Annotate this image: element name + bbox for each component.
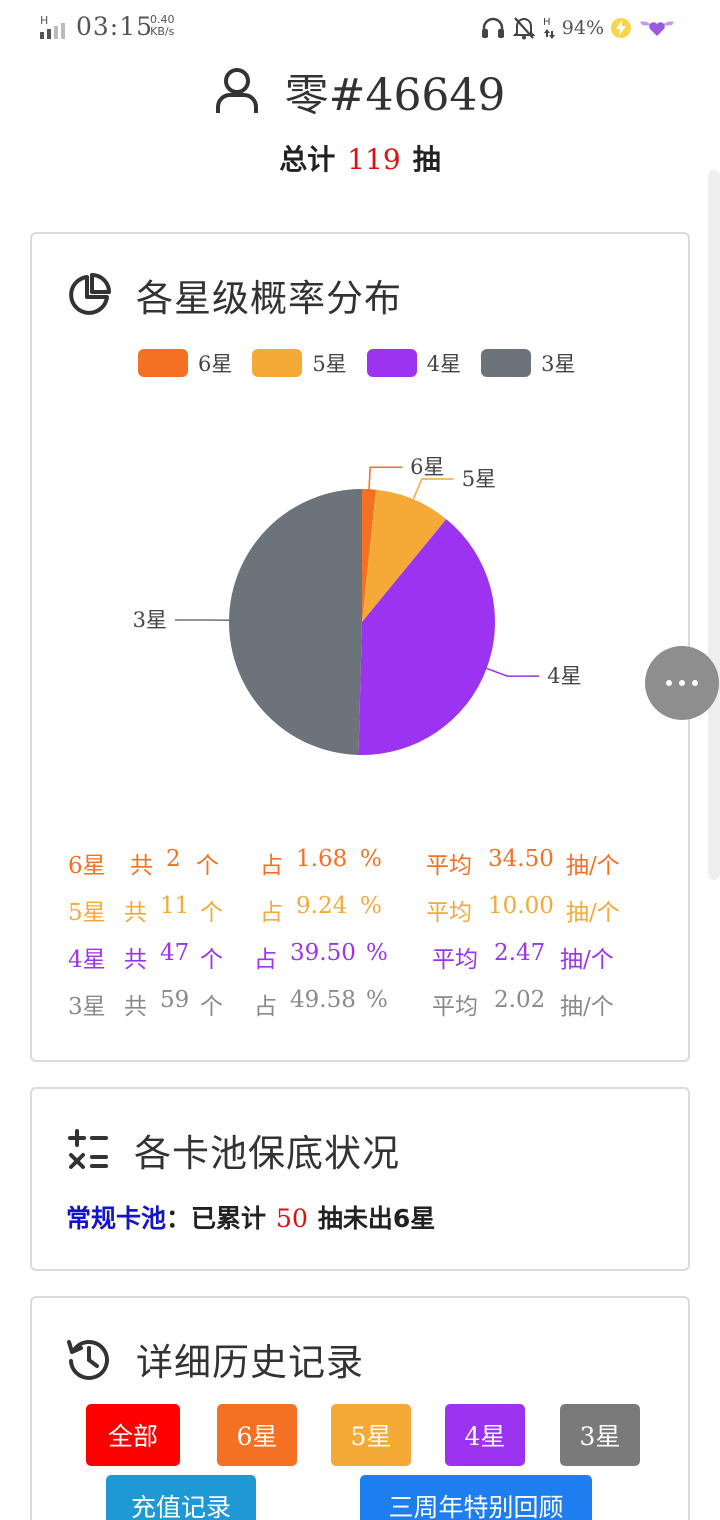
pity-count: 50 <box>276 1204 308 1233</box>
legend-item-4[interactable]: 4星 <box>366 348 461 378</box>
stat-row-5: 5星 共 11 个 占 9.24 % 平均 10.00 抽/个 <box>68 893 620 926</box>
pie-label: 4星 <box>547 664 581 688</box>
charging-icon <box>611 18 631 38</box>
legend-item-5[interactable]: 5星 <box>252 348 347 378</box>
legend-item-6[interactable]: 6星 <box>138 348 232 378</box>
pie-chart: 6星 5星 4星 3星 <box>32 424 692 814</box>
pie-leader-line <box>486 667 540 677</box>
mobile-data-icon: H <box>543 17 555 39</box>
svg-text:H: H <box>543 17 551 28</box>
stat-row-6: 6星 共 2 个 占 1.68 % 平均 34.50 抽/个 <box>68 846 620 879</box>
filter-6star-button[interactable]: 6星 <box>217 1404 297 1466</box>
profile-header: 零#46649 总计 119 抽 <box>0 60 720 178</box>
legend-swatch <box>366 349 417 377</box>
filter-5star-button[interactable]: 5星 <box>331 1404 411 1466</box>
anniversary-review-button[interactable]: 三周年特别回顾 <box>360 1475 592 1520</box>
legend-item-3[interactable]: 3星 <box>481 348 576 378</box>
legend-swatch <box>481 349 532 377</box>
legend-swatch <box>252 349 303 377</box>
legend-swatch <box>138 349 188 377</box>
pie-slice-3星[interactable] <box>229 489 362 755</box>
dot <box>679 680 685 686</box>
pie-label: 6星 <box>410 455 444 479</box>
pity-status: 常规卡池：已累计 50 抽未出6星 <box>66 1204 436 1233</box>
calculator-icon <box>68 1129 108 1169</box>
pity-card: 各卡池保底状况 常规卡池：已累计 50 抽未出6星 <box>30 1087 690 1271</box>
winged-heart-icon <box>640 21 674 36</box>
history-card: 详细历史记录 全部 6星 5星 4星 3星 充值记录 三周年特别回顾 <box>30 1296 690 1520</box>
pie-label: 5星 <box>462 467 496 491</box>
chart-legend[interactable]: 6星 5星 4星 3星 <box>138 348 576 378</box>
user-icon <box>215 68 258 113</box>
pie-leader-line <box>412 478 454 500</box>
pie-leader-line <box>368 466 403 490</box>
filter-3star-button[interactable]: 3星 <box>560 1404 640 1466</box>
history-icon <box>67 1340 109 1380</box>
pity-title: 各卡池保底状况 <box>134 1132 400 1175</box>
filter-4star-button[interactable]: 4星 <box>445 1404 525 1466</box>
username: 零#46649 <box>284 70 506 121</box>
clock: 03:15 <box>76 12 154 41</box>
bell-muted-icon <box>512 17 536 40</box>
distribution-stats: 6星 共 2 个 占 1.68 % 平均 34.50 抽/个 5星 共 11 个… <box>68 842 668 1030</box>
battery-level: 94% <box>561 17 604 39</box>
headphones-icon <box>481 17 504 38</box>
distribution-card: 各星级概率分布 6星 5星 4星 3星 6星 5星 4星 3星 6星 共 2 个 占 … <box>30 232 690 1062</box>
network-speed: 0.40 KB/s <box>150 13 175 38</box>
pie-chart-icon <box>69 273 111 315</box>
signal-icon: H <box>40 14 65 39</box>
pool-name: 常规卡池 <box>66 1204 167 1233</box>
pie-chart-svg: 6星 5星 4星 3星 <box>133 455 582 755</box>
total-pulls: 总计 119 抽 <box>279 143 441 176</box>
total-count: 119 <box>347 143 401 176</box>
distribution-title: 各星级概率分布 <box>136 277 402 320</box>
stat-row-3: 3星 共 59 个 占 49.58 % 平均 2.02 抽/个 <box>68 987 614 1020</box>
status-bar: H 03:15 0.40 KB/s H 94% <box>0 0 720 56</box>
floating-more-button[interactable] <box>645 646 719 720</box>
svg-text:H: H <box>40 14 48 27</box>
pie-label: 3星 <box>133 608 167 632</box>
recharge-records-button[interactable]: 充值记录 <box>106 1475 256 1520</box>
filter-all-button[interactable]: 全部 <box>86 1404 180 1466</box>
stat-row-4: 4星 共 47 个 占 39.50 % 平均 2.47 抽/个 <box>68 940 614 973</box>
history-title: 详细历史记录 <box>136 1341 364 1384</box>
dot <box>666 680 672 686</box>
scrollbar[interactable] <box>708 170 720 880</box>
dot <box>692 680 698 686</box>
